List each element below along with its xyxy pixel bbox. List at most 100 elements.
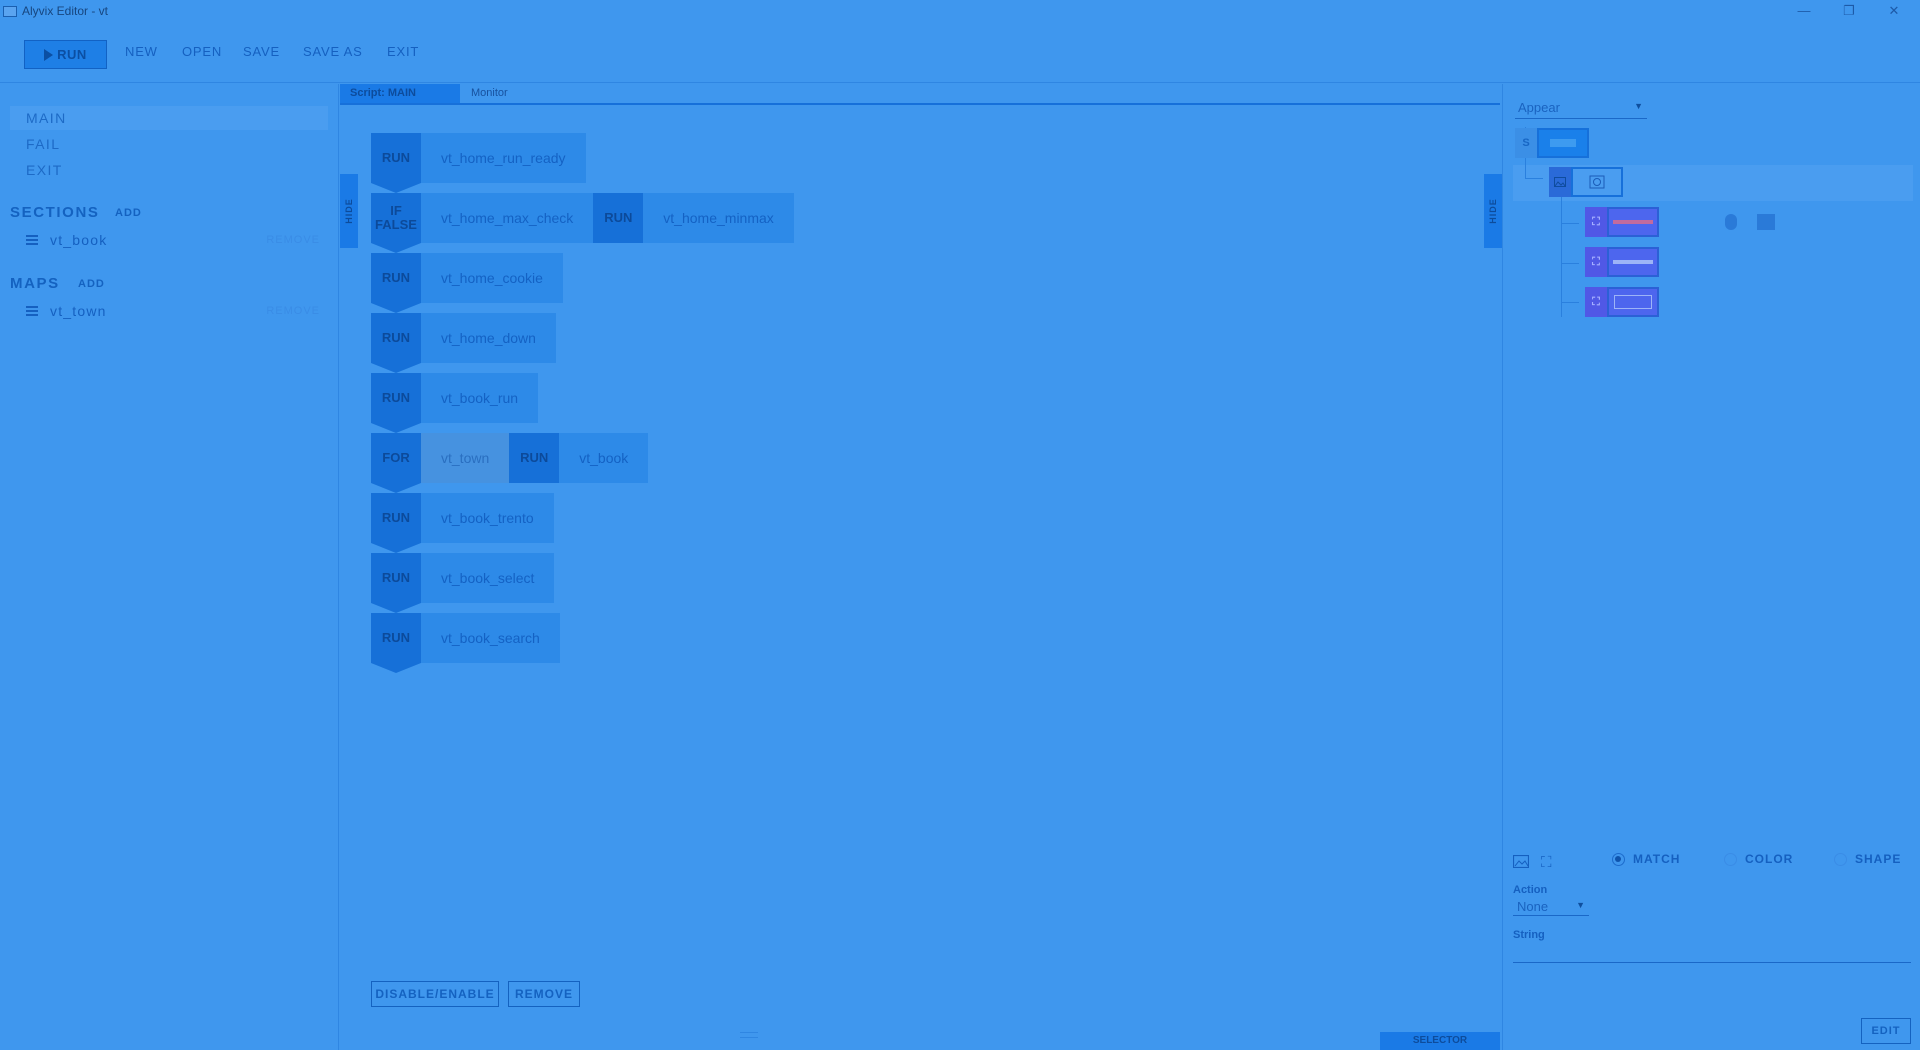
block-object-name[interactable]: vt_book_run xyxy=(421,373,539,423)
tree-node-rect-1[interactable]: ⛶ xyxy=(1585,207,1659,237)
section-item-label: vt_book xyxy=(50,232,108,248)
block-type-badge[interactable]: FOR xyxy=(371,433,421,493)
minimize-button[interactable]: — xyxy=(1781,0,1827,22)
save-button[interactable]: SAVE xyxy=(243,44,280,59)
block-type-badge[interactable]: RUN xyxy=(371,613,421,673)
script-block[interactable]: IF FALSE vt_home_max_check RUN vt_home_minma… xyxy=(371,193,794,253)
image-thumbnail xyxy=(1571,167,1623,197)
radio-match-circle[interactable] xyxy=(1612,852,1625,866)
hide-right-panel-button[interactable]: HIDE xyxy=(1484,174,1502,248)
radio-color-circle[interactable] xyxy=(1724,852,1737,866)
right-panel: Appear ▼ S ⛶ ⛶ ⛶ ⛶ MATCH COLOR SHAPE Act… xyxy=(1502,84,1920,1050)
script-block[interactable]: RUN vt_book_trento xyxy=(371,493,554,553)
title-bar: Alyvix Editor - vt — ❐ ✕ xyxy=(0,0,1920,22)
action-dropdown[interactable]: None ▼ xyxy=(1513,899,1589,916)
script-item-exit[interactable]: EXIT xyxy=(10,158,328,182)
new-button[interactable]: NEW xyxy=(125,44,158,59)
restore-button[interactable]: ❐ xyxy=(1826,0,1872,22)
radio-color-label: COLOR xyxy=(1745,852,1794,866)
block-object-name[interactable]: vt_book_select xyxy=(421,553,555,603)
tree-connector xyxy=(1561,302,1579,303)
block-type-badge[interactable]: IF FALSE xyxy=(371,193,421,253)
block-object-name[interactable]: vt_home_cookie xyxy=(421,253,563,303)
block-type-badge[interactable]: RUN xyxy=(371,133,421,193)
open-button[interactable]: OPEN xyxy=(182,44,222,59)
tree-connector xyxy=(1561,223,1579,224)
tab-script-main[interactable]: Script: MAIN xyxy=(340,84,460,103)
rect-thumbnail xyxy=(1607,287,1659,317)
drag-handle-icon[interactable] xyxy=(26,306,38,316)
sections-add-button[interactable]: ADD xyxy=(115,207,142,219)
mode-dropdown[interactable]: Appear ▼ xyxy=(1515,100,1647,119)
expand-icon: ⛶ xyxy=(1585,247,1607,277)
tab-monitor[interactable]: Monitor xyxy=(461,84,581,103)
run-button[interactable]: RUN xyxy=(24,40,107,69)
tree-node-rect-2[interactable]: ⛶ xyxy=(1585,247,1659,277)
script-block[interactable]: RUN vt_home_cookie xyxy=(371,253,563,313)
script-block[interactable]: RUN vt_book_search xyxy=(371,613,560,673)
script-item-fail[interactable]: FAIL xyxy=(10,132,328,156)
save-as-button[interactable]: SAVE AS xyxy=(303,44,363,59)
close-button[interactable]: ✕ xyxy=(1871,0,1917,22)
toolbar: RUN NEW OPEN SAVE SAVE AS EXIT xyxy=(0,22,1920,83)
block-type-badge[interactable]: RUN xyxy=(371,253,421,313)
badge-chevron xyxy=(371,243,421,253)
drag-handle-icon[interactable] xyxy=(26,235,38,245)
block-object-name[interactable]: vt_book_trento xyxy=(421,493,554,543)
badge-chevron xyxy=(371,423,421,433)
block-object-name[interactable]: vt_home_down xyxy=(421,313,556,363)
string-input[interactable] xyxy=(1513,944,1911,963)
image-mode-icon[interactable] xyxy=(1512,854,1530,873)
block-object-name[interactable]: vt_home_minmax xyxy=(643,193,794,243)
block-type-badge[interactable]: RUN xyxy=(371,553,421,613)
grid-icon[interactable] xyxy=(1757,214,1775,230)
inline-run-badge[interactable]: RUN xyxy=(593,193,644,243)
script-editor: Script: MAIN Monitor HIDE HIDE RUN vt_hom… xyxy=(340,84,1502,1050)
disable-enable-button[interactable]: DISABLE/ENABLE xyxy=(371,981,499,1007)
section-item[interactable]: vt_book REMOVE xyxy=(26,230,326,252)
hide-left-panel-button[interactable]: HIDE xyxy=(340,174,358,248)
radio-shape[interactable]: SHAPE xyxy=(1834,852,1901,866)
badge-chevron xyxy=(371,303,421,313)
script-block[interactable]: FOR vt_town RUN vt_book xyxy=(371,433,649,493)
maps-add-button[interactable]: ADD xyxy=(78,278,105,290)
block-object-name[interactable]: vt_town xyxy=(421,433,510,483)
inline-run-badge[interactable]: RUN xyxy=(509,433,560,483)
exit-button[interactable]: EXIT xyxy=(387,44,419,59)
script-block[interactable]: RUN vt_book_run xyxy=(371,373,539,433)
badge-chevron xyxy=(371,663,421,673)
radio-match[interactable]: MATCH xyxy=(1612,852,1680,866)
block-object-name[interactable]: vt_home_run_ready xyxy=(421,133,586,183)
fullscreen-icon[interactable]: ⛶ xyxy=(1541,854,1552,871)
tab-bar: Script: MAIN Monitor xyxy=(340,84,1500,105)
remove-button[interactable]: REMOVE xyxy=(508,981,580,1007)
selector-tab[interactable]: SELECTOR xyxy=(1380,1032,1500,1050)
map-item[interactable]: vt_town REMOVE xyxy=(26,301,326,323)
tree-node-screen[interactable]: S xyxy=(1515,128,1589,158)
script-block[interactable]: RUN vt_book_select xyxy=(371,553,555,613)
script-item-main[interactable]: MAIN xyxy=(10,106,328,130)
block-object-name[interactable]: vt_book xyxy=(559,433,649,483)
mouse-icon[interactable] xyxy=(1725,214,1737,230)
section-remove-button[interactable]: REMOVE xyxy=(266,234,320,246)
dropdown-arrow-icon: ▼ xyxy=(1576,900,1585,910)
string-label: String xyxy=(1513,929,1545,941)
block-object-name[interactable]: vt_book_search xyxy=(421,613,560,663)
radio-color[interactable]: COLOR xyxy=(1724,852,1793,866)
script-block[interactable]: RUN vt_home_down xyxy=(371,313,556,373)
script-block[interactable]: RUN vt_home_run_ready xyxy=(371,133,586,193)
expand-icon: ⛶ xyxy=(1585,207,1607,237)
edit-button[interactable]: EDIT xyxy=(1861,1018,1911,1044)
block-object-name[interactable]: vt_home_max_check xyxy=(421,193,594,243)
block-type-badge[interactable]: RUN xyxy=(371,493,421,553)
block-type-badge[interactable]: RUN xyxy=(371,313,421,373)
resize-handle[interactable] xyxy=(740,1032,758,1038)
badge-chevron xyxy=(371,183,421,193)
radio-shape-circle[interactable] xyxy=(1834,852,1847,866)
block-type-badge[interactable]: RUN xyxy=(371,373,421,433)
left-panel: MAIN FAIL EXIT SECTIONS ADD vt_book REMO… xyxy=(0,84,339,1050)
tree-node-image[interactable] xyxy=(1549,167,1623,197)
image-icon xyxy=(1549,167,1571,197)
tree-node-rect-3[interactable]: ⛶ xyxy=(1585,287,1659,317)
map-remove-button[interactable]: REMOVE xyxy=(266,305,320,317)
